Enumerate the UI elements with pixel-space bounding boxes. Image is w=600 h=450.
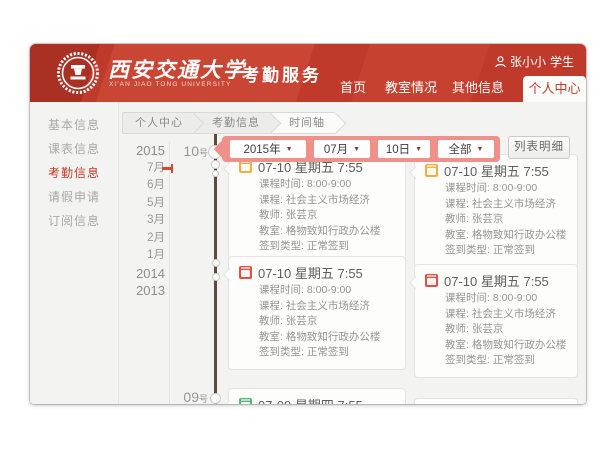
nav-tab-personal-center[interactable]: 个人中心	[523, 76, 586, 102]
content-area: 基本信息 课表信息 考勤信息 请假申请 订阅信息 个人中心 考勤信息 时间轴	[30, 102, 586, 404]
chevron-down-icon: ▼	[286, 146, 293, 153]
nav-item-classrooms[interactable]: 教室情况	[385, 77, 437, 96]
screenshot-canvas: 西安交通大学 XI'AN JIAO TONG UNIVERSITY 考勤服务 张…	[0, 0, 600, 450]
scale-divider-line	[169, 142, 170, 404]
chevron-down-icon: ▼	[415, 146, 422, 153]
university-logo-icon	[56, 51, 100, 95]
sidebar-item-attendance[interactable]: 考勤信息	[48, 164, 100, 181]
timeline-dot-small	[212, 273, 220, 281]
month-dropdown[interactable]: 07月▼	[314, 140, 370, 158]
user-info[interactable]: 张小小 学生	[495, 53, 574, 70]
nav-item-home[interactable]: 首页	[340, 77, 366, 96]
attendance-card[interactable]: 07-09 星期四 7:55	[228, 388, 406, 404]
app-header: 西安交通大学 XI'AN JIAO TONG UNIVERSITY 考勤服务 张…	[30, 44, 586, 102]
current-month-indicator	[162, 167, 172, 170]
stamp-green-icon	[239, 398, 252, 405]
year-dropdown[interactable]: 2015年▼	[230, 140, 306, 158]
stamp-red-icon	[239, 266, 252, 279]
user-icon	[495, 56, 506, 68]
attendance-card[interactable]: 07-10 星期五 7:55 课程时间: 8:00-9:00 课程: 社会主义市…	[228, 150, 406, 264]
scale-month-jun[interactable]: 6月	[120, 177, 165, 195]
user-name: 张小小	[510, 53, 546, 70]
scale-year-2013[interactable]: 2013	[120, 282, 165, 300]
app-window: 西安交通大学 XI'AN JIAO TONG UNIVERSITY 考勤服务 张…	[30, 44, 586, 404]
scale-month-may[interactable]: 5月	[120, 195, 165, 213]
sidebar: 基本信息 课表信息 考勤信息 请假申请 订阅信息	[30, 102, 119, 404]
attendance-card[interactable]: 07-10 星期五 7:55 课程时间: 8:00-9:00 课程: 社会主义市…	[414, 154, 578, 268]
scale-year-2015[interactable]: 2015	[120, 142, 165, 160]
chevron-down-icon: ▼	[477, 146, 484, 153]
sidebar-item-timetable[interactable]: 课表信息	[48, 140, 100, 157]
day-marker-10: 10号	[174, 143, 208, 161]
university-name-en: XI'AN JIAO TONG UNIVERSITY	[109, 81, 231, 88]
day-dropdown[interactable]: 10日▼	[378, 140, 430, 158]
sidebar-item-subscription[interactable]: 订阅信息	[48, 212, 100, 229]
university-name-cn: 西安交通大学	[108, 54, 246, 84]
breadcrumb-personal-center[interactable]: 个人中心	[122, 112, 193, 134]
list-detail-button[interactable]: 列表明细	[508, 136, 570, 159]
scale-month-mar[interactable]: 3月	[120, 212, 165, 230]
timeline-card-partial[interactable]	[414, 398, 578, 404]
stamp-yellow-icon	[425, 164, 438, 177]
stamp-red-icon	[425, 274, 438, 287]
timeline-dot-day09	[210, 393, 221, 404]
scale-month-feb[interactable]: 2月	[120, 230, 165, 248]
scale-year-2014[interactable]: 2014	[120, 265, 165, 283]
sign-type-dropdown[interactable]: 全部▼	[438, 140, 494, 158]
timeline-dot-small	[211, 160, 220, 169]
chevron-down-icon: ▼	[353, 146, 360, 153]
nav-item-other-info[interactable]: 其他信息	[452, 77, 504, 96]
sidebar-item-leave-request[interactable]: 请假申请	[48, 188, 100, 205]
sidebar-item-basic-info[interactable]: 基本信息	[48, 116, 100, 133]
timeline-scale: 2015 7月 6月 5月 3月 2月 1月 2014 2013	[120, 142, 165, 300]
breadcrumb-chevron-icon	[325, 112, 347, 134]
breadcrumb: 个人中心 考勤信息 时间轴	[122, 112, 335, 134]
date-filter-bar: 2015年▼ 07月▼ 10日▼ 全部▼	[222, 136, 500, 162]
user-role: 学生	[550, 53, 574, 70]
day-marker-09: 09号	[174, 389, 208, 404]
timeline-dot-small	[212, 170, 219, 177]
app-title: 考勤服务	[242, 61, 322, 86]
timeline-dot-small	[212, 259, 220, 267]
scale-month-jan[interactable]: 1月	[120, 247, 165, 265]
attendance-card[interactable]: 07-10 星期五 7:55 课程时间: 8:00-9:00 课程: 社会主义市…	[414, 264, 578, 378]
attendance-card[interactable]: 07-10 星期五 7:55 课程时间: 8:00-9:00 课程: 社会主义市…	[228, 256, 406, 370]
scale-month-jul[interactable]: 7月	[120, 160, 165, 178]
